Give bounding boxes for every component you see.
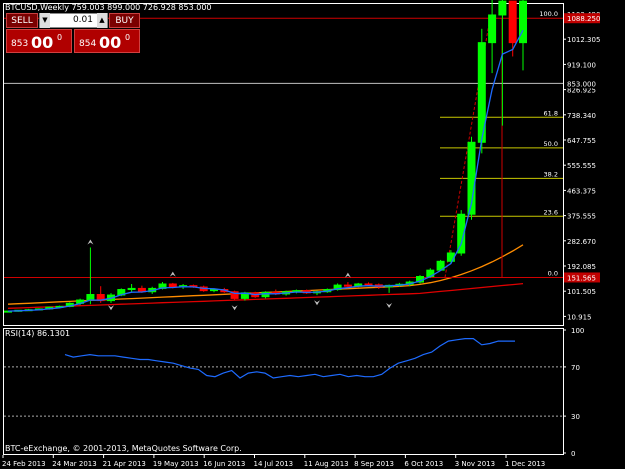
fib-level-label: 100.0 (539, 10, 558, 18)
copyright: BTC-eExchange, © 2001-2013, MetaQuotes S… (5, 444, 242, 453)
fib-low-label: 151.565 (567, 274, 596, 282)
fractal-arrow-icon (87, 239, 94, 245)
price-tick-label: 919.100 (567, 61, 596, 69)
fractal-arrow-icon (314, 300, 320, 306)
price-chart[interactable]: 1103.4901012.305919.100826.925738.340647… (0, 0, 625, 469)
price-tick-label: 101.505 (567, 288, 596, 296)
candle-body (86, 294, 95, 301)
time-tick-label: 24 Mar 2013 (52, 460, 96, 468)
fractal-arrow-icon (386, 303, 393, 309)
rsi-tick-label: 30 (571, 413, 580, 421)
rsi-tick-label: 100 (571, 327, 584, 335)
price-tick-label: 463.375 (567, 187, 596, 195)
candle-body (343, 284, 352, 287)
time-tick-label: 21 Apr 2013 (103, 460, 146, 468)
current-price-label: 853.000 (567, 80, 596, 88)
time-tick-label: 24 Feb 2013 (2, 460, 46, 468)
price-tick-label: 647.755 (567, 137, 596, 145)
ask-price-small: 854 (79, 39, 97, 49)
rsi-label: RSI(14) 86.1301 (5, 329, 70, 338)
candle-body (519, 0, 527, 44)
candle-body (127, 287, 136, 291)
fractal-arrow-icon (108, 305, 114, 311)
fractal-arrow-icon (344, 272, 351, 278)
price-tick-label: 282.670 (567, 238, 596, 246)
time-tick-label: 8 Sep 2013 (354, 460, 394, 468)
bid-price-box[interactable]: 853 00 0 (6, 29, 72, 53)
fib-level-label: 50.0 (544, 140, 558, 148)
price-tick-label: 1012.305 (567, 36, 600, 44)
fib-level-label: 0.0 (548, 269, 558, 277)
price-tick-label: 555.555 (567, 162, 596, 170)
ask-price-big: 00 (99, 33, 122, 52)
rsi-chart-frame (3, 328, 564, 455)
fib-level-label: 61.8 (544, 109, 558, 117)
buy-button[interactable]: BUY (109, 13, 140, 28)
fib-level-label: 38.2 (544, 170, 558, 178)
bid-price-big: 00 (31, 33, 54, 52)
candle-body (364, 283, 373, 286)
ask-price-box[interactable]: 854 00 0 (74, 29, 140, 53)
bid-price-sup: 0 (57, 33, 63, 42)
time-tick-label: 3 Nov 2013 (455, 460, 495, 468)
time-tick-label: 14 Jul 2013 (254, 460, 294, 468)
ask-price-sup: 0 (125, 33, 131, 42)
lot-decrease-icon[interactable]: ▼ (40, 13, 50, 28)
fib-level-label: 23.6 (544, 208, 558, 216)
price-tick-label: 10.915 (567, 313, 592, 321)
rsi-line (64, 338, 515, 379)
bid-price-small: 853 (11, 39, 29, 49)
time-tick-label: 6 Oct 2013 (404, 460, 443, 468)
fractal-arrow-icon (169, 271, 176, 277)
price-tick-label: 375.555 (567, 213, 596, 221)
symbol-info: BTCUSD,Weekly 759.003 899.000 726.928 85… (5, 3, 212, 12)
candle-body (168, 283, 177, 288)
one-click-trading-panel: SELL 0.01 ▼ ▲ BUY 853 00 0 854 00 0 (6, 13, 140, 53)
price-tick-label: 192.085 (567, 263, 596, 271)
candle-body (488, 14, 497, 44)
time-tick-label: 16 Jun 2013 (203, 460, 245, 468)
ma-fast-line (7, 29, 524, 312)
candle-body (508, 0, 517, 44)
time-tick-label: 19 May 2013 (153, 460, 199, 468)
fractal-arrow-icon (231, 305, 238, 311)
price-tick-label: 738.340 (567, 112, 596, 120)
time-tick-label: 11 Aug 2013 (304, 460, 349, 468)
rsi-tick-label: 70 (571, 364, 580, 372)
candle-body (498, 0, 507, 16)
fib-high-label: 1088.250 (567, 15, 600, 23)
time-tick-label: 1 Dec 2013 (505, 460, 545, 468)
sell-button[interactable]: SELL (6, 13, 38, 28)
rsi-tick-label: 0 (571, 450, 575, 458)
lot-increase-icon[interactable]: ▲ (97, 13, 107, 28)
